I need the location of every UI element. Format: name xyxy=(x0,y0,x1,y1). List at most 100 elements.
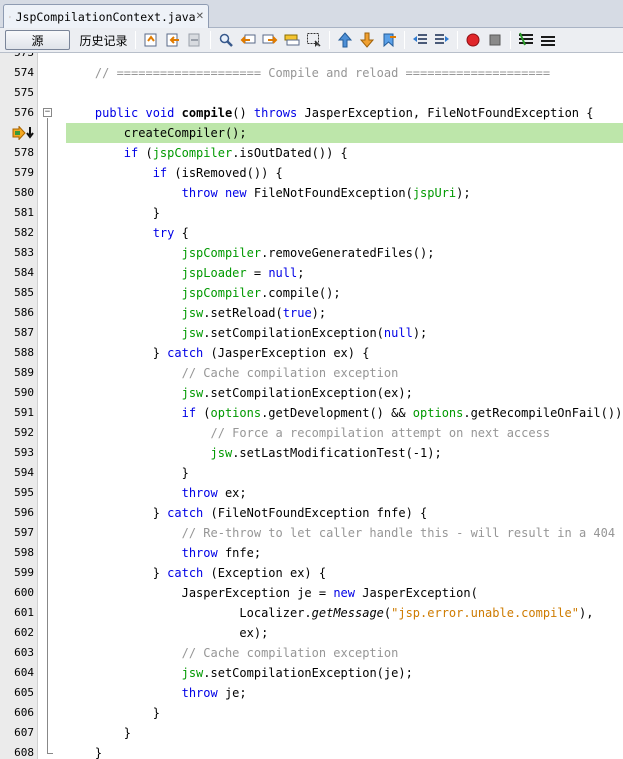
code-line[interactable]: throw je; xyxy=(66,683,247,703)
line-number: 580 xyxy=(14,186,34,199)
code-token: (JasperException ex) { xyxy=(203,346,370,360)
code-line[interactable]: if (jspCompiler.isOutDated()) { xyxy=(66,143,348,163)
source-button[interactable]: 源 xyxy=(5,30,70,50)
code-token: jspCompiler xyxy=(181,246,262,260)
line-number-gutter[interactable]: 573 574 575 576 578 579 580 581 582 583 584 585 586 5… xyxy=(0,53,38,759)
code-token: JasperException, FileNotFoundException { xyxy=(297,106,594,120)
back-icon[interactable] xyxy=(162,30,184,50)
code-token: jspCompiler xyxy=(181,286,262,300)
code-token: void xyxy=(145,106,175,120)
toggle-highlight-icon[interactable] xyxy=(281,30,303,50)
code-line[interactable]: jspCompiler.compile(); xyxy=(66,283,341,303)
line-number: 598 xyxy=(14,546,34,559)
toggle-bookmark-icon[interactable] xyxy=(378,30,400,50)
line-number: 591 xyxy=(14,406,34,419)
shift-left-icon[interactable] xyxy=(409,30,431,50)
code-line[interactable]: Localizer.getMessage("jsp.error.unable.c… xyxy=(66,603,593,623)
line-number: 593 xyxy=(14,446,34,459)
code-line[interactable]: JasperException je = new JasperException… xyxy=(66,583,478,603)
close-tab-icon[interactable]: ✕ xyxy=(196,11,204,22)
code-line[interactable]: throw new FileNotFoundException(jspUri); xyxy=(66,183,471,203)
code-line[interactable]: } xyxy=(66,743,102,759)
tab-jsp-compilation-context[interactable]: JspCompilationContext.java ✕ xyxy=(3,4,209,28)
comment-icon[interactable] xyxy=(515,30,537,50)
code-token: (Exception ex) { xyxy=(203,566,327,580)
code-token: } xyxy=(66,466,189,480)
code-token: JasperException( xyxy=(355,586,478,600)
code-area[interactable]: // ==================== Compile and relo… xyxy=(66,53,623,759)
code-line[interactable]: // Cache compilation exception xyxy=(66,643,399,663)
stop-macro-icon[interactable] xyxy=(484,30,506,50)
code-line[interactable]: ex); xyxy=(66,623,268,643)
code-line[interactable]: jsw.setCompilationException(ex); xyxy=(66,383,413,403)
code-line[interactable]: if (isRemoved()) { xyxy=(66,163,283,183)
find-icon[interactable] xyxy=(215,30,237,50)
code-line[interactable]: jsw.setCompilationException(je); xyxy=(66,663,413,683)
code-line[interactable]: } xyxy=(66,723,131,743)
find-next-icon[interactable] xyxy=(259,30,281,50)
code-line[interactable]: jsw.setCompilationException(null); xyxy=(66,323,428,343)
code-line[interactable]: // ==================== Compile and relo… xyxy=(66,63,550,83)
code-token: ); xyxy=(412,326,428,340)
uncomment-icon[interactable] xyxy=(537,30,559,50)
code-token: options xyxy=(210,406,262,420)
code-token: compile xyxy=(181,106,233,120)
code-line[interactable]: } xyxy=(66,463,189,483)
code-line[interactable]: } xyxy=(66,703,160,723)
last-edit-icon[interactable] xyxy=(140,30,162,50)
code-token: throws xyxy=(253,106,298,120)
code-line[interactable]: jspCompiler.removeGeneratedFiles(); xyxy=(66,243,435,263)
fold-guide-line xyxy=(47,118,48,753)
code-token: } xyxy=(66,206,160,220)
code-line[interactable]: throw fnfe; xyxy=(66,543,261,563)
next-bookmark-icon[interactable] xyxy=(356,30,378,50)
code-token: jsw xyxy=(181,666,204,680)
toolbar-separator xyxy=(510,31,511,49)
toolbar-separator xyxy=(329,31,330,49)
collapse-fold-icon[interactable]: − xyxy=(43,108,52,117)
code-line[interactable]: // Re-throw to let caller handle this - … xyxy=(66,523,615,543)
previous-bookmark-icon[interactable] xyxy=(334,30,356,50)
code-line[interactable]: jsw.setReload(true); xyxy=(66,303,327,323)
code-line[interactable]: jsw.setLastModificationTest(-1); xyxy=(66,443,442,463)
code-line[interactable]: jspLoader = null; xyxy=(66,263,305,283)
code-token: throw xyxy=(181,486,218,500)
shift-right-icon[interactable] xyxy=(431,30,453,50)
code-token: ( xyxy=(138,146,153,160)
find-previous-icon[interactable] xyxy=(237,30,259,50)
code-line[interactable]: // Force a recompilation attempt on next… xyxy=(66,423,550,443)
code-line[interactable]: throw ex; xyxy=(66,483,247,503)
code-token: // Cache compilation exception xyxy=(66,366,399,380)
code-line[interactable]: if (options.getDevelopment() && options.… xyxy=(66,403,623,423)
fold-margin[interactable]: − xyxy=(38,53,66,759)
code-line[interactable]: public void compile() throws JasperExcep… xyxy=(66,103,594,123)
code-token: // Force a recompilation attempt on next… xyxy=(66,426,551,440)
find-selection-icon[interactable] xyxy=(303,30,325,50)
code-editor[interactable]: 573 574 575 576 578 579 580 581 582 583 584 585 586 5… xyxy=(0,53,623,759)
code-line[interactable]: } catch (JasperException ex) { xyxy=(66,343,370,363)
code-line[interactable]: } catch (Exception ex) { xyxy=(66,563,326,583)
code-line[interactable]: } xyxy=(66,203,160,223)
line-number: 592 xyxy=(14,426,34,439)
line-number: 583 xyxy=(14,246,34,259)
code-token: new xyxy=(333,586,355,600)
history-button[interactable]: 历史记录 xyxy=(76,30,131,50)
code-line[interactable]: // Cache compilation exception xyxy=(66,363,399,383)
code-token: } xyxy=(66,706,160,720)
line-number: 603 xyxy=(14,646,34,659)
forward-icon[interactable] xyxy=(184,30,206,50)
code-line[interactable]: } catch (FileNotFoundException fnfe) { xyxy=(66,503,428,523)
line-number: 599 xyxy=(14,566,34,579)
line-number: 579 xyxy=(14,166,34,179)
code-token: ( xyxy=(196,406,211,420)
code-line[interactable]: createCompiler(); xyxy=(66,123,247,143)
code-token: ; xyxy=(297,266,305,280)
program-counter-icon[interactable] xyxy=(12,125,38,141)
start-macro-icon[interactable] xyxy=(462,30,484,50)
code-token: getMessage xyxy=(311,606,384,620)
code-line[interactable]: try { xyxy=(66,223,189,243)
